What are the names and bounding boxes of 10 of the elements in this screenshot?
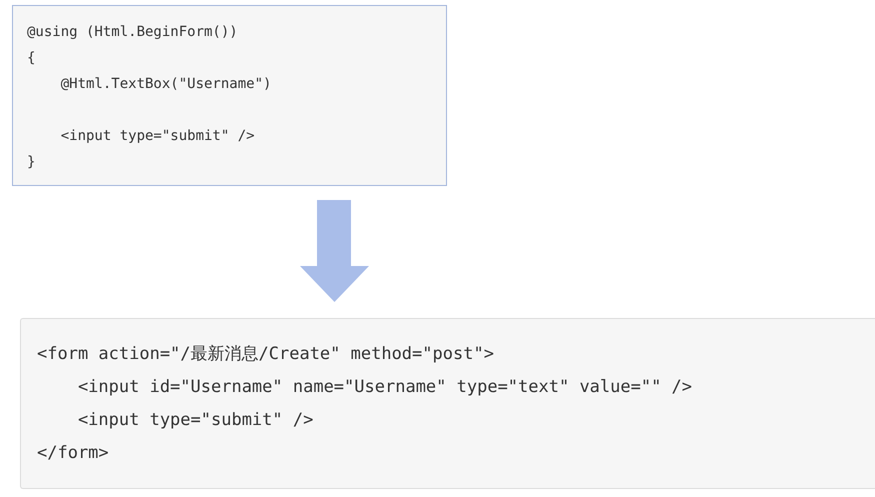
code-line: </form>: [37, 442, 109, 465]
code-line: <input type="submit" />: [76, 409, 314, 432]
code-line: }: [27, 153, 36, 172]
code-line: {: [27, 49, 36, 68]
code-line: @Html.TextBox("Username"): [60, 75, 272, 94]
code-line: <form action="/最新消息/Create" method="post">: [37, 343, 494, 366]
down-arrow-icon: [300, 200, 369, 302]
code-line: <input id="Username" name="Username" type="text" value="" />: [76, 376, 692, 399]
code-line: @using (Html.BeginForm()): [27, 23, 238, 42]
code-line: <input type="submit" />: [60, 127, 255, 146]
